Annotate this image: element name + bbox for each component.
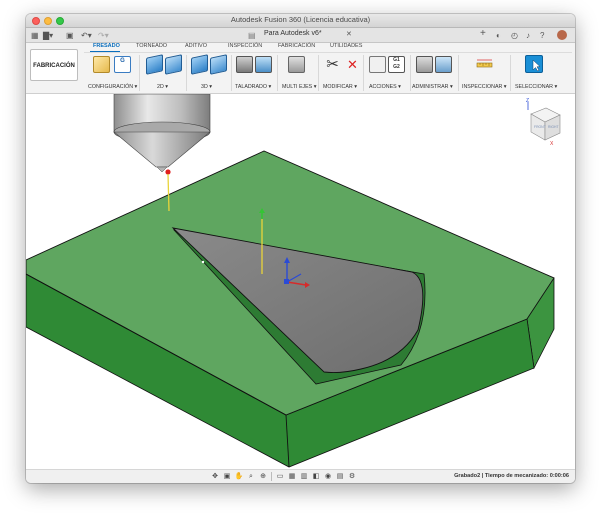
plus-icon[interactable]: + xyxy=(480,29,486,39)
group-separator xyxy=(458,55,459,91)
navigation-bar: ✥ ▣ ✋ ⌕ ⊕ ▭ ▦ ▥ ◧ ◉ ▤ ⚙ xyxy=(210,472,357,482)
document-tab-title[interactable]: Para Autodesk v6* xyxy=(264,30,322,37)
tab-fabricacion[interactable]: FABRICACIÓN xyxy=(278,43,315,49)
tab-utilidades[interactable]: UTILIDADES xyxy=(330,43,362,49)
select-cursor-icon[interactable] xyxy=(525,55,543,73)
viewcube-front-label: FRONT xyxy=(534,125,546,129)
3d-scene[interactable]: FRONT RIGHT Z X xyxy=(26,94,575,469)
bell-icon[interactable]: ♪ xyxy=(526,31,530,40)
document-tab-icon: ▤ xyxy=(248,31,256,40)
milling-tool[interactable] xyxy=(113,94,211,175)
tab-torneado[interactable]: TORNEADO xyxy=(136,43,167,49)
delete-x-icon[interactable]: ✕ xyxy=(344,56,361,73)
viewcube[interactable]: FRONT RIGHT Z X xyxy=(526,98,561,147)
redo-icon[interactable]: ↷▾ xyxy=(98,31,109,40)
display-settings-icon[interactable]: ▭ xyxy=(275,472,285,481)
look-at-icon[interactable]: ▣ xyxy=(222,472,232,481)
tab-divider xyxy=(84,52,572,53)
tab-fresado[interactable]: FRESADO xyxy=(93,43,120,49)
group-label-taladrado[interactable]: TALADRADO ▾ xyxy=(235,84,271,90)
close-document-icon[interactable]: ✕ xyxy=(346,30,352,38)
workspace-switcher[interactable]: FABRICACIÓN ▾ xyxy=(30,49,78,101)
viewcube-right-label: RIGHT xyxy=(548,125,559,129)
group-label-multi-ejes[interactable]: MULTI EJES ▾ xyxy=(282,84,316,90)
file-icon[interactable]: ▇▾ xyxy=(43,31,53,40)
environment-icon[interactable]: ◉ xyxy=(323,472,333,481)
tab-inspeccion[interactable]: INSPECCIÓN xyxy=(228,43,262,49)
window-title: Autodesk Fusion 360 (Licencia educativa) xyxy=(230,15,371,24)
scissors-icon[interactable]: ✂ xyxy=(324,56,341,73)
drill-icon[interactable] xyxy=(236,56,253,73)
grid-settings-icon[interactable]: ▦ xyxy=(287,472,297,481)
viewports-icon[interactable]: ▥ xyxy=(299,472,309,481)
group-separator xyxy=(510,55,511,91)
extensions-icon[interactable]: ◐ xyxy=(496,31,501,40)
canvas-viewport[interactable]: FRONT RIGHT Z X xyxy=(26,94,575,469)
group-label-configuracion[interactable]: CONFIGURACIÓN ▾ xyxy=(88,84,137,90)
avatar[interactable] xyxy=(557,30,567,40)
orbit-dropdown-icon[interactable]: ✥ xyxy=(210,472,220,481)
effects-icon[interactable]: ▤ xyxy=(335,472,345,481)
app-window: Autodesk Fusion 360 (Licencia educativa)… xyxy=(26,14,575,483)
tab-aditivo[interactable]: ADITIVO xyxy=(185,43,207,49)
group-label-3d[interactable]: 3D ▾ xyxy=(201,84,212,90)
group-separator xyxy=(410,55,411,91)
3d-adaptive-icon[interactable] xyxy=(191,54,208,75)
group-label-2d[interactable]: 2D ▾ xyxy=(157,84,168,90)
group-separator xyxy=(186,55,187,91)
setup-folder-icon[interactable] xyxy=(93,56,110,73)
group-label-inspeccionar[interactable]: INSPECCIONAR ▾ xyxy=(462,84,506,90)
viewcube-x-label: X xyxy=(550,141,554,147)
status-bar: ✥ ▣ ✋ ⌕ ⊕ ▭ ▦ ▥ ◧ ◉ ▤ ⚙ Grabado2 | Tiemp… xyxy=(26,469,575,483)
grid-icon[interactable]: ▦ xyxy=(31,31,39,40)
fit-icon[interactable]: ⊕ xyxy=(258,472,268,481)
title-bar: Autodesk Fusion 360 (Licencia educativa) xyxy=(26,14,575,28)
help-icon[interactable]: ? xyxy=(540,31,544,40)
multi-axis-icon[interactable] xyxy=(288,56,305,73)
save-icon[interactable]: ▣ xyxy=(66,31,74,40)
group-label-modificar[interactable]: MODIFICAR ▾ xyxy=(323,84,357,90)
group-separator xyxy=(363,55,364,91)
group-label-administrar[interactable]: ADMINISTRAR ▾ xyxy=(412,84,453,90)
tool-library-icon[interactable] xyxy=(416,56,433,73)
2d-pocket-icon[interactable] xyxy=(146,54,163,75)
group-separator xyxy=(139,55,140,91)
g-code-icon[interactable]: G xyxy=(114,56,131,73)
machine-library-icon[interactable] xyxy=(435,56,452,73)
status-machining-time: Grabado2 | Tiempo de mecanizado: 0:00:06 xyxy=(454,473,569,479)
2d-contour-icon[interactable] xyxy=(165,54,182,75)
thread-icon[interactable] xyxy=(255,56,272,73)
group-separator xyxy=(231,55,232,91)
post-process-icon[interactable]: G1 G2 xyxy=(388,56,405,73)
pan-hand-icon[interactable]: ✋ xyxy=(234,472,244,481)
nav-separator xyxy=(271,472,272,481)
zoom-icon[interactable]: ⌕ xyxy=(246,472,256,481)
toolpath-start-point xyxy=(201,260,205,264)
group-label-acciones[interactable]: ACCIONES ▾ xyxy=(369,84,401,90)
ribbon-toolbar: FABRICACIÓN ▾ FRESADO TORNEADO ADITIVO I… xyxy=(26,43,575,101)
measure-icon[interactable] xyxy=(476,56,493,73)
group-label-seleccionar[interactable]: SELECCIONAR ▾ xyxy=(515,84,557,90)
appearance-icon[interactable]: ⚙ xyxy=(347,472,357,481)
group-separator xyxy=(318,55,319,91)
3d-pocket-icon[interactable] xyxy=(210,54,227,75)
simulate-icon[interactable] xyxy=(369,56,386,73)
quick-access-toolbar: ▦ ▇▾ ▣ ↶▾ ↷▾ ▤ Para Autodesk v6* ✕ + ◐ ◴… xyxy=(26,28,575,43)
undo-icon[interactable]: ↶▾ xyxy=(81,31,92,40)
viewcube-z-label: Z xyxy=(526,98,529,104)
camera-icon[interactable]: ◧ xyxy=(311,472,321,481)
clock-icon[interactable]: ◴ xyxy=(511,31,518,40)
group-separator xyxy=(277,55,278,91)
